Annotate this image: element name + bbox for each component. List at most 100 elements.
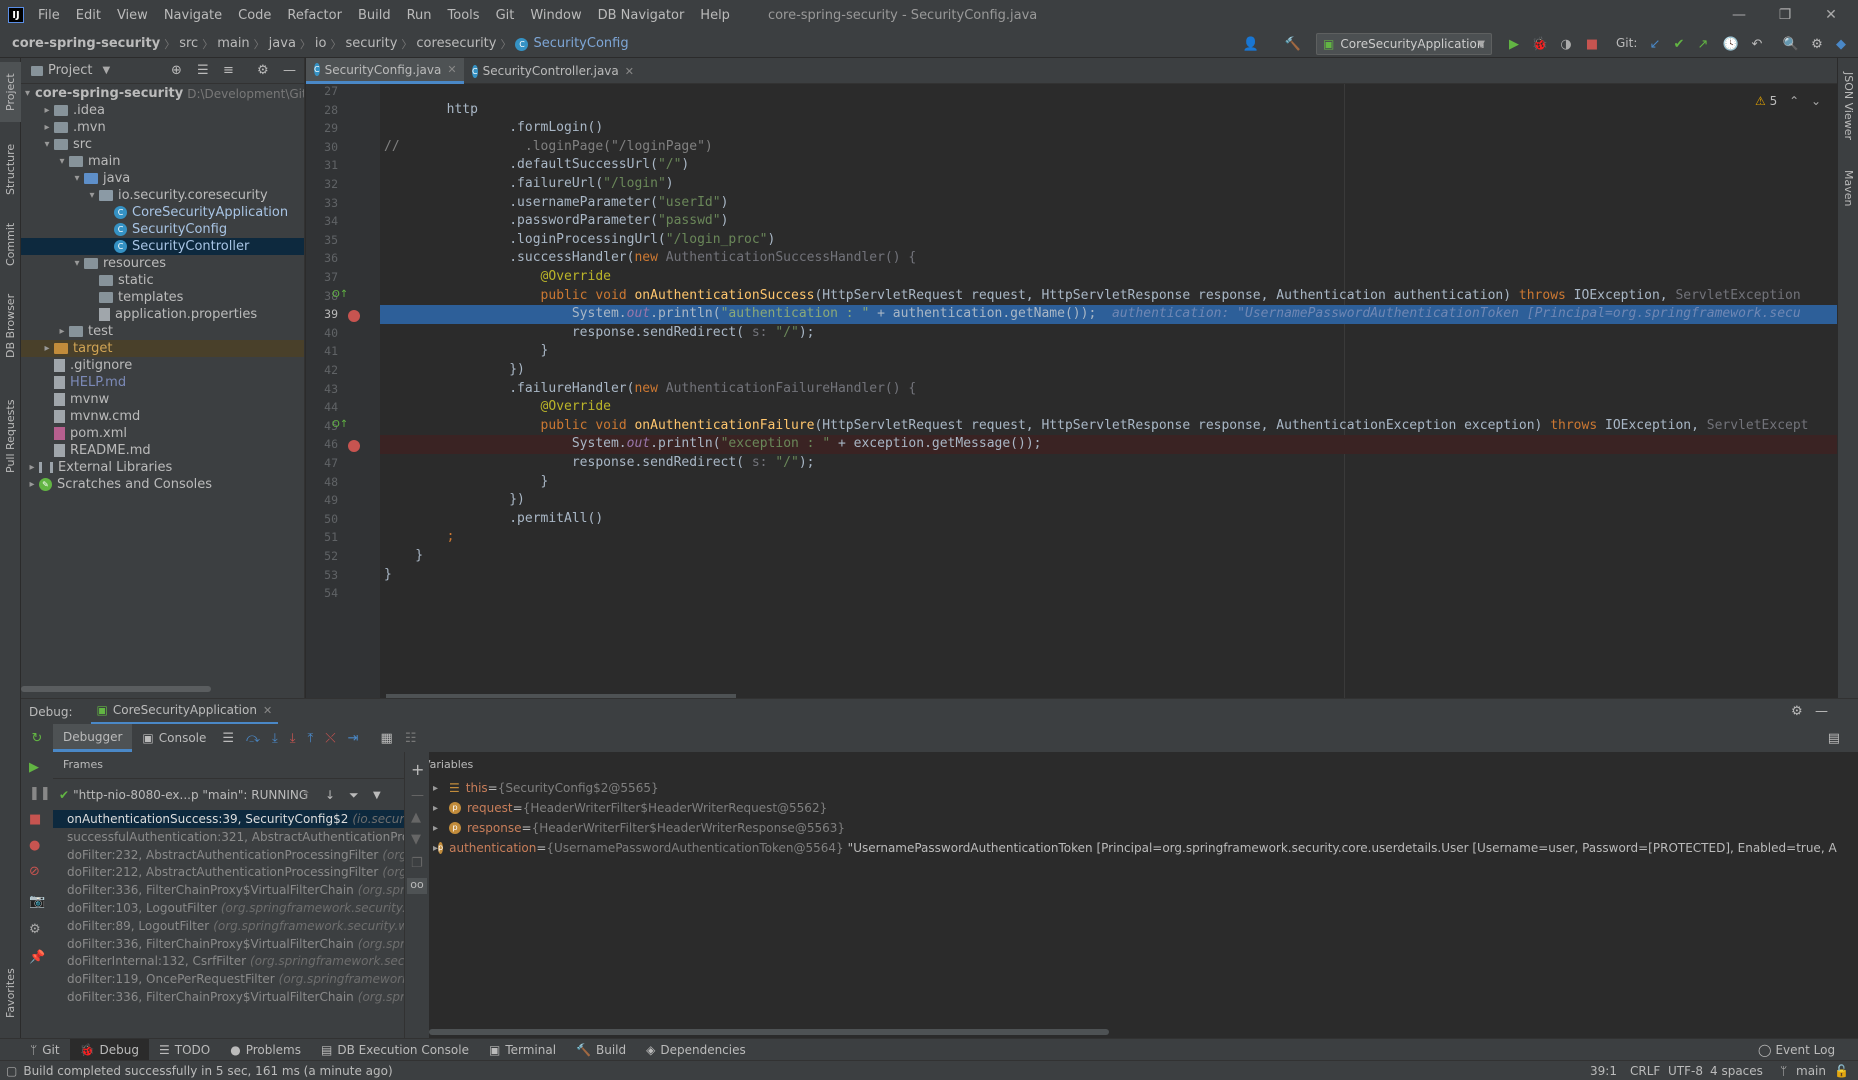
chevron-down-icon[interactable]: ▾ bbox=[85, 190, 99, 201]
coverage-icon[interactable]: ◑ bbox=[1555, 33, 1577, 55]
stack-frame[interactable]: onAuthenticationSuccess:39, SecurityConf… bbox=[53, 810, 404, 828]
code-line[interactable]: http bbox=[380, 101, 1837, 120]
rollback-icon[interactable]: ↶ bbox=[1746, 33, 1768, 55]
stack-frame[interactable]: doFilterInternal:132, CsrfFilter (org.spr… bbox=[53, 952, 404, 970]
settings-gear-icon[interactable]: ⚙ bbox=[1806, 33, 1828, 55]
tree-item[interactable]: mvnw.cmd bbox=[21, 408, 304, 425]
tree-item[interactable]: HELP.md bbox=[21, 374, 304, 391]
close-icon[interactable]: ✕ bbox=[1808, 0, 1854, 30]
tree-item[interactable]: C CoreSecurityApplication bbox=[21, 204, 304, 221]
close-tab-icon[interactable]: ✕ bbox=[263, 704, 272, 717]
menu-refactor[interactable]: Refactor bbox=[279, 8, 350, 23]
menu-help[interactable]: Help bbox=[692, 8, 738, 23]
settings-gear-icon[interactable]: ⚙ bbox=[29, 922, 41, 937]
tree-item[interactable]: ▸ .idea bbox=[21, 102, 304, 119]
tree-item[interactable]: README.md bbox=[21, 442, 304, 459]
show-watches-icon[interactable]: oo bbox=[407, 878, 427, 894]
debug-session-tab[interactable]: ▣ CoreSecurityApplication ✕ bbox=[90, 699, 279, 725]
code-line[interactable]: } bbox=[380, 547, 1837, 566]
variable-row[interactable]: ▸ p authentication = {UsernamePasswordAuth… bbox=[429, 838, 1837, 858]
tree-item[interactable]: ▾ resources bbox=[21, 255, 304, 272]
tool-window-db-browser[interactable]: DB Browser bbox=[0, 286, 21, 366]
pause-icon[interactable]: ❚❚ bbox=[29, 786, 51, 801]
menu-code[interactable]: Code bbox=[230, 8, 279, 23]
chevron-down-icon[interactable]: ▾ bbox=[55, 156, 69, 167]
remove-watch-icon[interactable]: — bbox=[411, 788, 424, 803]
event-log-button[interactable]: ◯ Event Log bbox=[1758, 1043, 1835, 1057]
build-hammer-icon[interactable]: 🔨 bbox=[1282, 33, 1304, 55]
code-line[interactable]: .successHandler(new AuthenticationSucces… bbox=[380, 249, 1837, 268]
locate-icon[interactable]: ⊕ bbox=[171, 63, 182, 78]
resume-icon[interactable]: ▶ bbox=[29, 760, 39, 775]
code-line[interactable]: @Override bbox=[380, 268, 1837, 287]
code-line[interactable]: .usernameParameter("userId") bbox=[380, 194, 1837, 213]
file-encoding[interactable]: UTF-8 bbox=[1668, 1064, 1703, 1078]
arrow-down-icon[interactable]: ↓ bbox=[325, 788, 335, 802]
breadcrumb-item[interactable]: src bbox=[175, 36, 202, 51]
run-config-selector[interactable]: ▣ CoreSecurityApplication ▼ bbox=[1316, 33, 1492, 55]
chevron-down-icon[interactable]: ▾ bbox=[25, 88, 30, 99]
camera-icon[interactable]: 📷 bbox=[29, 894, 45, 909]
tool-window-structure[interactable]: Structure bbox=[0, 134, 21, 204]
close-tab-icon[interactable]: ✕ bbox=[625, 65, 634, 78]
code-line[interactable]: System.out.println("authentication : " +… bbox=[380, 305, 1837, 324]
settings-gear-icon[interactable]: ⚙ bbox=[257, 63, 269, 78]
minimize-icon[interactable]: — bbox=[1716, 0, 1762, 30]
horizontal-scrollbar[interactable] bbox=[429, 1029, 1109, 1035]
hide-panel-icon[interactable]: — bbox=[1815, 704, 1828, 719]
code-line[interactable]: }) bbox=[380, 491, 1837, 510]
tree-item[interactable]: ▸ test bbox=[21, 323, 304, 340]
evaluate-expression-icon[interactable]: ▦ bbox=[375, 731, 399, 746]
breadcrumb-item[interactable]: java bbox=[265, 36, 300, 51]
menu-window[interactable]: Window bbox=[522, 8, 589, 23]
chevron-down-icon[interactable]: ▾ bbox=[40, 139, 54, 150]
chevron-down-icon[interactable]: ▾ bbox=[70, 258, 84, 269]
tree-item[interactable]: ▸ External Libraries bbox=[21, 459, 304, 476]
tree-item[interactable]: templates bbox=[21, 289, 304, 306]
tree-item[interactable]: ▸ .mvn bbox=[21, 119, 304, 136]
plugin-icon[interactable]: ◆ bbox=[1830, 33, 1852, 55]
stop-icon[interactable]: ■ bbox=[1581, 33, 1603, 55]
git-commit-icon[interactable]: ✔ bbox=[1668, 33, 1690, 55]
tool-todo[interactable]: ☰ TODO bbox=[149, 1039, 220, 1061]
tool-window-favorites[interactable]: Favorites bbox=[0, 958, 21, 1028]
move-up-icon[interactable]: ▲ bbox=[411, 810, 421, 825]
variable-row[interactable]: ▸ ☰ this = {SecurityConfig$2@5565} bbox=[429, 778, 1837, 798]
menu-db-navigator[interactable]: DB Navigator bbox=[590, 8, 693, 23]
tree-item[interactable]: ▾ java bbox=[21, 170, 304, 187]
copy-icon[interactable]: ❐ bbox=[411, 856, 423, 871]
restore-icon[interactable]: ❐ bbox=[1762, 0, 1808, 30]
tab-securitycontroller[interactable]: C SecurityController.java ✕ bbox=[464, 58, 634, 84]
tool-debug[interactable]: 🐞 Debug bbox=[69, 1038, 149, 1061]
breakpoint-icon[interactable] bbox=[348, 440, 360, 453]
code-line[interactable]: @Override bbox=[380, 398, 1837, 417]
code-line[interactable]: ; bbox=[380, 528, 1837, 547]
user-icon[interactable]: 👤 bbox=[1240, 33, 1262, 55]
code-line[interactable]: } bbox=[380, 566, 1837, 585]
tree-item[interactable]: ▸ target bbox=[21, 340, 304, 357]
stack-frame[interactable]: doFilter:336, FilterChainProxy$VirtualFi… bbox=[53, 935, 404, 953]
chevron-right-icon[interactable]: ▸ bbox=[433, 823, 449, 834]
search-icon[interactable]: 🔍 bbox=[1780, 33, 1802, 55]
code-line[interactable]: response.sendRedirect( s: "/"); bbox=[380, 324, 1837, 343]
caret-position[interactable]: 39:1 bbox=[1590, 1064, 1617, 1078]
breadcrumb-item[interactable]: core-spring-security bbox=[8, 36, 164, 51]
override-icon[interactable]: O↑ bbox=[332, 419, 348, 430]
chevron-right-icon[interactable]: ▸ bbox=[25, 462, 39, 473]
tree-item[interactable]: ▾ core-spring-security D:\Development\Git bbox=[21, 85, 304, 102]
tree-item[interactable]: ▾ io.security.coresecurity bbox=[21, 187, 304, 204]
menu-run[interactable]: Run bbox=[399, 8, 440, 23]
breadcrumb-item[interactable]: C SecurityConfig bbox=[511, 36, 632, 51]
lock-icon[interactable]: 🔓 bbox=[1834, 1064, 1849, 1078]
project-view-label[interactable]: Project bbox=[48, 63, 92, 78]
breadcrumb-item[interactable]: coresecurity bbox=[412, 36, 500, 51]
tree-item[interactable]: mvnw bbox=[21, 391, 304, 408]
menu-build[interactable]: Build bbox=[350, 8, 399, 23]
menu-edit[interactable]: Edit bbox=[68, 8, 109, 23]
tool-terminal[interactable]: ▣ Terminal bbox=[479, 1039, 566, 1061]
stack-frame[interactable]: doFilter:119, OncePerRequestFilter (org.s… bbox=[53, 970, 404, 988]
restore-layout-icon[interactable]: ▤ bbox=[1828, 731, 1840, 746]
tool-window-project[interactable]: Project bbox=[0, 62, 21, 122]
code-line[interactable]: System.out.println("exception : " + exce… bbox=[380, 435, 1837, 454]
chevron-up-icon[interactable]: ⌃ bbox=[1789, 94, 1799, 108]
